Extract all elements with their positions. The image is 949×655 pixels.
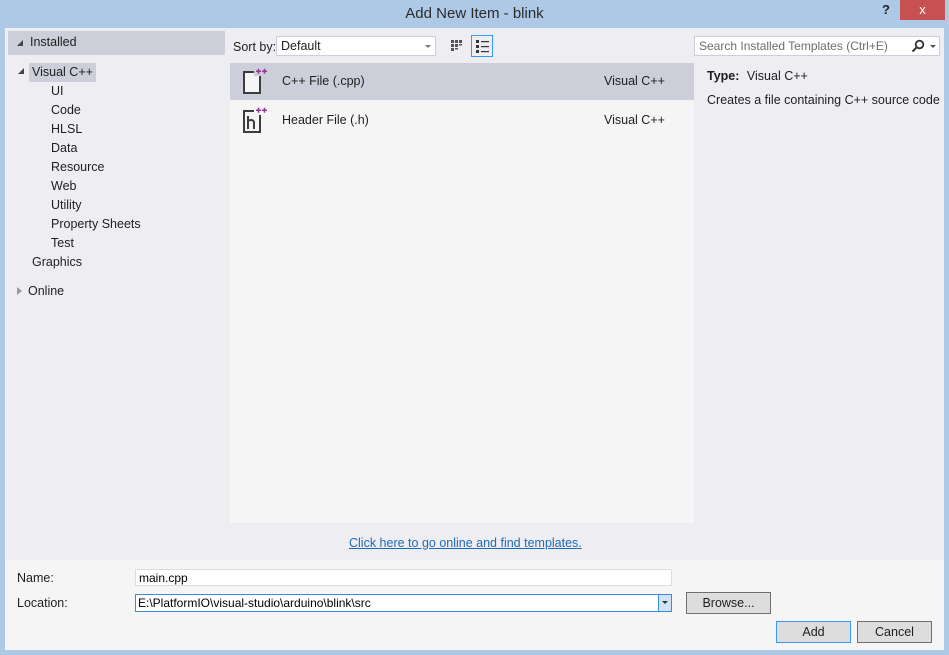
template-list: C++ File (.cpp) Visual C++ Header File (… xyxy=(230,63,694,523)
expand-arrow-icon[interactable] xyxy=(18,68,24,74)
dialog-body: Installed Visual C++ UI Code HLSL Data R… xyxy=(5,28,944,650)
tree-item-ui[interactable]: UI xyxy=(51,82,64,101)
grid-view-button[interactable] xyxy=(446,35,468,57)
chevron-down-icon xyxy=(425,45,431,48)
tree-item-resource[interactable]: Resource xyxy=(51,158,105,177)
sort-dropdown[interactable]: Default xyxy=(276,36,436,56)
type-label: Type: xyxy=(707,69,740,83)
template-name: C++ File (.cpp) xyxy=(282,74,365,88)
tree-item-online[interactable]: Online xyxy=(28,282,64,301)
cpp-file-icon xyxy=(243,68,268,94)
tree-item-graphics[interactable]: Graphics xyxy=(32,253,82,272)
template-language: Visual C++ xyxy=(604,113,665,127)
name-input[interactable] xyxy=(135,569,672,586)
collapse-arrow-icon[interactable] xyxy=(17,287,22,295)
type-value: Visual C++ xyxy=(746,69,808,83)
list-view-icon xyxy=(476,40,489,53)
sort-label: Sort by: xyxy=(233,40,277,54)
tree-item-label: Installed xyxy=(30,35,77,49)
tree-item-web[interactable]: Web xyxy=(51,177,76,196)
template-item-cpp[interactable]: C++ File (.cpp) Visual C++ xyxy=(230,63,694,100)
title-bar: Add New Item - blink ? x xyxy=(0,0,949,28)
sort-value: Default xyxy=(281,39,321,53)
search-input[interactable] xyxy=(695,37,905,55)
chevron-down-icon[interactable] xyxy=(930,45,936,48)
tree-item-property-sheets[interactable]: Property Sheets xyxy=(51,215,141,234)
search-box[interactable] xyxy=(694,36,940,56)
location-input[interactable] xyxy=(136,595,656,611)
expand-arrow-icon[interactable] xyxy=(17,40,23,46)
browse-button[interactable]: Browse... xyxy=(686,592,771,614)
search-icon[interactable] xyxy=(911,39,925,53)
tree-item-test[interactable]: Test xyxy=(51,234,74,253)
category-tree: Installed Visual C++ UI Code HLSL Data R… xyxy=(5,28,225,558)
header-file-icon xyxy=(243,107,268,133)
online-templates-link[interactable]: Click here to go online and find templat… xyxy=(349,536,582,550)
list-view-button[interactable] xyxy=(471,35,493,57)
name-label: Name: xyxy=(17,571,54,585)
cancel-button[interactable]: Cancel xyxy=(857,621,932,643)
tree-item-data[interactable]: Data xyxy=(51,139,77,158)
add-button[interactable]: Add xyxy=(776,621,851,643)
template-language: Visual C++ xyxy=(604,74,665,88)
close-button[interactable]: x xyxy=(900,0,945,20)
location-combobox[interactable] xyxy=(135,594,672,612)
tree-item-visual-cpp[interactable]: Visual C++ xyxy=(29,63,96,82)
details-pane: Type: Visual C++ Creates a file containi… xyxy=(707,69,940,107)
tree-item-installed[interactable]: Installed xyxy=(8,31,225,55)
template-item-header[interactable]: Header File (.h) Visual C++ xyxy=(230,102,694,139)
template-description: Creates a file containing C++ source cod… xyxy=(707,93,940,107)
item-form: Name: Location: Browse... Add Cancel xyxy=(5,560,944,650)
template-name: Header File (.h) xyxy=(282,113,369,127)
location-dropdown-button[interactable] xyxy=(658,595,671,611)
help-button[interactable]: ? xyxy=(878,2,894,20)
tree-item-hlsl[interactable]: HLSL xyxy=(51,120,82,139)
window-title: Add New Item - blink xyxy=(405,5,544,22)
location-label: Location: xyxy=(17,596,68,610)
tree-item-utility[interactable]: Utility xyxy=(51,196,82,215)
grid-view-icon xyxy=(451,40,462,51)
tree-item-code[interactable]: Code xyxy=(51,101,81,120)
